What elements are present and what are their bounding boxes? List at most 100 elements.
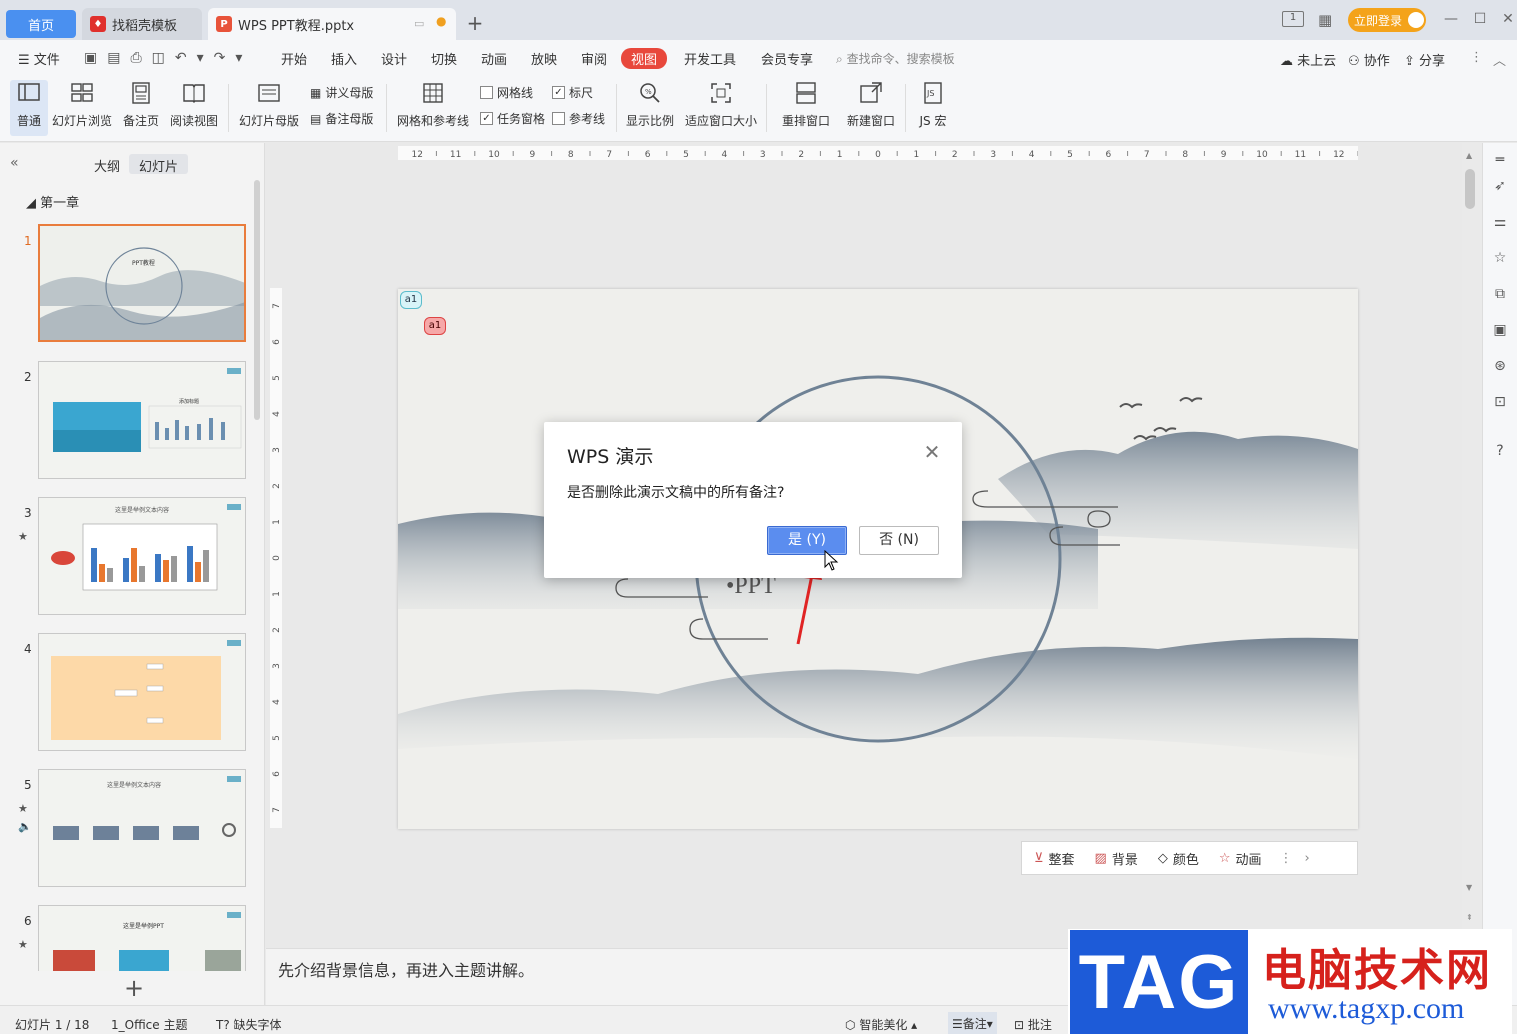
ruler-tick-label: 2 [272,627,282,633]
notes-toggle-button[interactable]: ☰备注▾ [948,1012,997,1034]
watermark-url: www.tagxp.com [1268,992,1465,1025]
animation-button[interactable]: ☆ 动画 [1219,849,1262,868]
slide-thumbnail-2[interactable]: 添加标题 [38,361,246,479]
new-window-button[interactable]: 新建窗口 [845,80,897,136]
task-pane-checkbox[interactable]: ✓ 任务窗格 [480,110,545,127]
notes-page-button[interactable]: 备注页 [121,80,161,136]
color-button[interactable]: ◇ 颜色 [1158,849,1199,868]
file-menu[interactable]: ☰ 文件 [18,49,60,68]
background-button[interactable]: ▨ 背景 [1095,849,1138,868]
missing-font-button[interactable]: T? 缺失字体 [216,1016,282,1033]
reading-view-button[interactable]: 阅读视图 [169,80,219,136]
tab-home[interactable]: 首页 [6,10,76,38]
comment-toggle-button[interactable]: ⊡ 批注 [1014,1016,1052,1033]
menu-transition[interactable]: 切换 [431,49,457,68]
apps-grid-icon[interactable]: ▦ [1318,11,1332,29]
scroll-up-icon[interactable]: ▲ [1466,151,1472,160]
login-button[interactable]: 立即登录 [1348,8,1426,32]
rocket-icon[interactable]: ➶ [1491,178,1509,196]
slides-icon[interactable]: ⧉ [1491,286,1509,304]
js-macro-button[interactable]: JS JS 宏 [912,80,954,136]
close-window-icon[interactable]: ✕ [1499,10,1517,28]
scroll-down-icon[interactable]: ▼ [1466,883,1472,892]
animation-star-icon: ★ [18,530,28,543]
sidebar-collapse-icon[interactable]: ═ [1491,152,1509,170]
arrange-window-button[interactable]: 重排窗口 [776,80,836,136]
grid-guides-button[interactable]: 网格和参考线 [396,80,470,136]
more-icon[interactable]: ⋮ [1470,50,1483,65]
handout-master-button[interactable]: ▦ 讲义母版 [310,84,373,101]
normal-view-button[interactable]: 普通 [10,80,48,136]
comment-marker-red[interactable]: a1 [424,317,446,335]
smart-beautify-label: 智能美化 [859,1018,908,1032]
command-search[interactable]: ⌕ 查找命令、搜索模板 [836,50,955,67]
menu-view[interactable]: 视图 [621,48,668,69]
ruler-check[interactable]: ✓ [552,86,565,99]
notes-master-button[interactable]: ▤ 备注母版 [310,110,373,127]
slide-thumbnail-4[interactable] [38,633,246,751]
chevron-right-icon[interactable]: › [1305,851,1310,866]
tab-template[interactable]: ♦ 找稻壳模板 [82,8,202,40]
menu-start[interactable]: 开始 [281,49,307,68]
add-slide-button[interactable]: + [124,974,144,1002]
scroll-thumb[interactable] [1465,169,1475,209]
notes-text[interactable]: 先介绍背景信息，再进入主题讲解。 [278,957,534,981]
menu-design[interactable]: 设计 [381,49,407,68]
maximize-icon[interactable]: ☐ [1471,10,1489,28]
vertical-ruler[interactable]: 7 6 5 4 3 2 1 0 1 2 3 4 5 6 7 [270,288,282,828]
slide-master-button[interactable]: 幻灯片母版 [238,80,300,136]
comment-marker-teal[interactable]: a1 [400,291,422,309]
prev-slide-icon[interactable]: ⇞ [1466,913,1473,922]
horizontal-ruler[interactable]: 12 11 10 9 8 7 6 5 4 3 2 1 0 1 2 3 4 5 6 7 8 9 10 11 12 [398,146,1358,160]
panel-scrollbar[interactable] [254,180,260,420]
smart-beautify-button[interactable]: ⬡ 智能美化 ▴ [845,1016,917,1033]
tab-outline[interactable]: 大纲 [84,154,130,175]
gridlines-check[interactable] [480,86,493,99]
collab-button[interactable]: ⚇ 协作 [1348,50,1390,69]
slide-thumbnail-1[interactable]: PPT教程 [38,224,246,342]
layout-switch-icon[interactable]: 1 [1282,11,1304,27]
slide-thumbnail-3[interactable]: 这里是举例文本内容 [38,497,246,615]
ppt-file-icon: P [216,16,232,32]
no-button[interactable]: 否 (N) [859,526,939,555]
help-icon[interactable]: ? [1491,443,1509,461]
menu-insert[interactable]: 插入 [331,49,357,68]
animation-star-icon: ★ [18,802,28,815]
tab-slides[interactable]: 幻灯片 [129,154,189,175]
fit-window-button[interactable]: 适应窗口大小 [684,80,758,136]
minimize-icon[interactable]: — [1442,10,1460,28]
image-icon[interactable]: ▣ [1491,322,1509,340]
menu-member[interactable]: 会员专享 [761,49,813,68]
guides-check[interactable] [552,112,565,125]
layout-button[interactable]: ⊻ 整套 [1034,849,1075,868]
theme-name[interactable]: 1_Office 主题 [111,1016,187,1033]
book-search-icon[interactable]: ⊡ [1491,394,1509,412]
menu-review[interactable]: 审阅 [581,49,607,68]
guides-checkbox[interactable]: 参考线 [552,110,605,127]
more-options-icon[interactable]: ⋮ [1280,851,1293,866]
close-icon[interactable]: ✕ [922,442,942,462]
collapse-panel-icon[interactable]: « [10,155,19,171]
menu-animation[interactable]: 动画 [481,49,507,68]
collapse-ribbon-icon[interactable]: ︿ [1493,50,1506,69]
slide-thumbnail-6[interactable]: 这里是举例PPT [38,905,246,971]
vertical-scrollbar[interactable]: ▲ ▼ ⇞ ⇟ [1462,143,1482,948]
tab-document[interactable]: P WPS PPT教程.pptx ▭ ● [208,8,456,40]
compass-icon[interactable]: ⊛ [1491,358,1509,376]
ruler-checkbox[interactable]: ✓ 标尺 [552,84,593,101]
gridlines-checkbox[interactable]: 网格线 [480,84,533,101]
menu-developer[interactable]: 开发工具 [684,49,736,68]
star-icon[interactable]: ☆ [1491,250,1509,268]
task-pane-check[interactable]: ✓ [480,112,493,125]
slide-browse-button[interactable]: 幻灯片浏览 [52,80,112,136]
share-button[interactable]: ⇪ 分享 [1404,50,1445,69]
monitor-icon[interactable]: ▭ [414,17,424,30]
new-tab-button[interactable]: + [464,12,486,34]
section-header[interactable]: ◢ 第一章 [26,192,79,211]
quick-access-toolbar[interactable]: ▣▤⎙◫↶▾↷▾ [84,50,252,66]
sliders-icon[interactable]: ⚌ [1491,214,1509,232]
cloud-status[interactable]: ☁ 未上云 [1280,50,1336,69]
slide-thumbnail-5[interactable]: 这里是举例文本内容 [38,769,246,887]
zoom-button[interactable]: % 显示比例 [625,80,675,136]
menu-slideshow[interactable]: 放映 [531,49,557,68]
